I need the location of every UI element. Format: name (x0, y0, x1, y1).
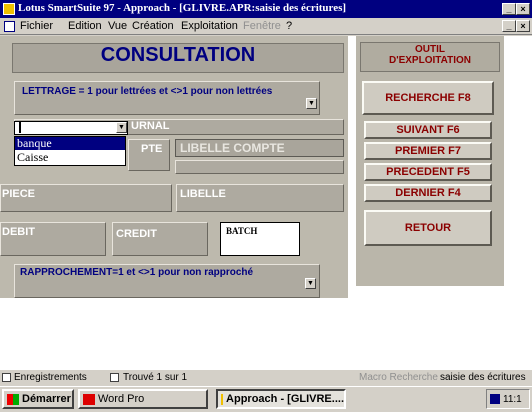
lettrage-dropdown-icon[interactable]: ▼ (306, 98, 317, 109)
menu-exploitation[interactable]: Exploitation (181, 20, 238, 32)
batch-label: BATCH (226, 226, 258, 236)
tool-panel-title: OUTIL D'EXPLOITATION (388, 44, 471, 66)
menu-creation[interactable]: Création (132, 20, 174, 32)
debit-label: DEBIT (2, 226, 35, 238)
records-icon[interactable] (2, 373, 11, 382)
libelle-compte-value[interactable] (175, 160, 344, 174)
menu-help[interactable]: ? (286, 20, 292, 32)
doc-minimize-button[interactable]: _ (502, 20, 516, 32)
window-title: Lotus SmartSuite 97 - Approach - [GLIVRE… (18, 2, 347, 14)
suivant-button[interactable]: SUIVANT F6 (364, 121, 492, 139)
clock: 11:1 (503, 393, 522, 405)
libelle-label: LIBELLE (180, 188, 226, 200)
found-icon (110, 373, 119, 382)
system-tray: 11:1 (486, 389, 530, 409)
approach-label: Approach - [GLIVRE.... (226, 393, 344, 405)
dernier-button[interactable]: DERNIER F4 (364, 184, 492, 202)
journal-label: URNAL (131, 120, 170, 132)
recherche-button[interactable]: RECHERCHE F8 (362, 81, 494, 115)
menu-fenetre[interactable]: Fenêtre (243, 20, 281, 32)
compte-label: PTE (141, 143, 163, 155)
document-icon[interactable] (4, 21, 15, 32)
journal-combo[interactable] (14, 121, 128, 135)
status-mode[interactable]: Enregistrements (14, 372, 87, 383)
window-title-bar[interactable]: Lotus SmartSuite 97 - Approach - [GLIVRE… (0, 0, 532, 18)
doc-close-button[interactable]: × (516, 20, 530, 32)
windows-logo-icon (7, 393, 19, 405)
journal-input[interactable] (19, 122, 21, 133)
journal-option-caisse[interactable]: Caisse (15, 151, 125, 164)
taskbar: Démarrer Word Pro Approach - [GLIVRE....… (0, 386, 532, 412)
approach-icon (221, 393, 224, 405)
menu-edition[interactable]: Edition (68, 20, 102, 32)
form-area: CONSULTATION LETTRAGE = 1 pour lettrées … (0, 36, 532, 369)
wordpro-icon (83, 393, 95, 405)
premier-button[interactable]: PREMIER F7 (364, 142, 492, 160)
journal-option-banque[interactable]: banque (15, 137, 125, 150)
precedent-button[interactable]: PRECEDENT F5 (364, 163, 492, 181)
status-found: Trouvé 1 sur 1 (123, 372, 188, 383)
minimize-button[interactable]: _ (502, 3, 516, 15)
piece-label: PIECE (2, 188, 36, 200)
form-title: CONSULTATION (100, 44, 256, 66)
lettrage-label: LETTRAGE = 1 pour lettrées et <>1 pour n… (22, 86, 273, 97)
menu-fichier[interactable]: Fichier (20, 20, 53, 32)
close-button[interactable]: × (516, 3, 530, 15)
status-bar: Enregistrements Trouvé 1 sur 1 Macro Rec… (0, 369, 532, 385)
status-view[interactable]: saisie des écritures (440, 372, 526, 383)
tool-panel (356, 36, 504, 286)
rapprochement-dropdown-icon[interactable]: ▼ (305, 278, 316, 289)
app-icon (3, 3, 15, 15)
wordpro-label: Word Pro (98, 393, 145, 405)
start-label: Démarrer (22, 393, 71, 405)
menu-bar: Fichier Edition Vue Création Exploitatio… (0, 18, 532, 35)
status-macro[interactable]: Macro Recherche (359, 372, 438, 383)
taskbar-wordpro[interactable]: Word Pro (78, 389, 208, 409)
credit-label: CREDIT (116, 228, 157, 240)
rapprochement-label: RAPPROCHEMENT=1 et <>1 pour non rapproch… (20, 267, 254, 278)
taskbar-approach[interactable]: Approach - [GLIVRE.... (216, 389, 346, 409)
libelle-compte-label: LIBELLE COMPTE (180, 141, 285, 155)
menu-vue[interactable]: Vue (108, 20, 127, 32)
journal-dropdown-icon[interactable]: ▼ (116, 122, 127, 133)
retour-button[interactable]: RETOUR (364, 210, 492, 246)
start-button[interactable]: Démarrer (2, 389, 74, 409)
tray-icon[interactable] (490, 394, 500, 404)
